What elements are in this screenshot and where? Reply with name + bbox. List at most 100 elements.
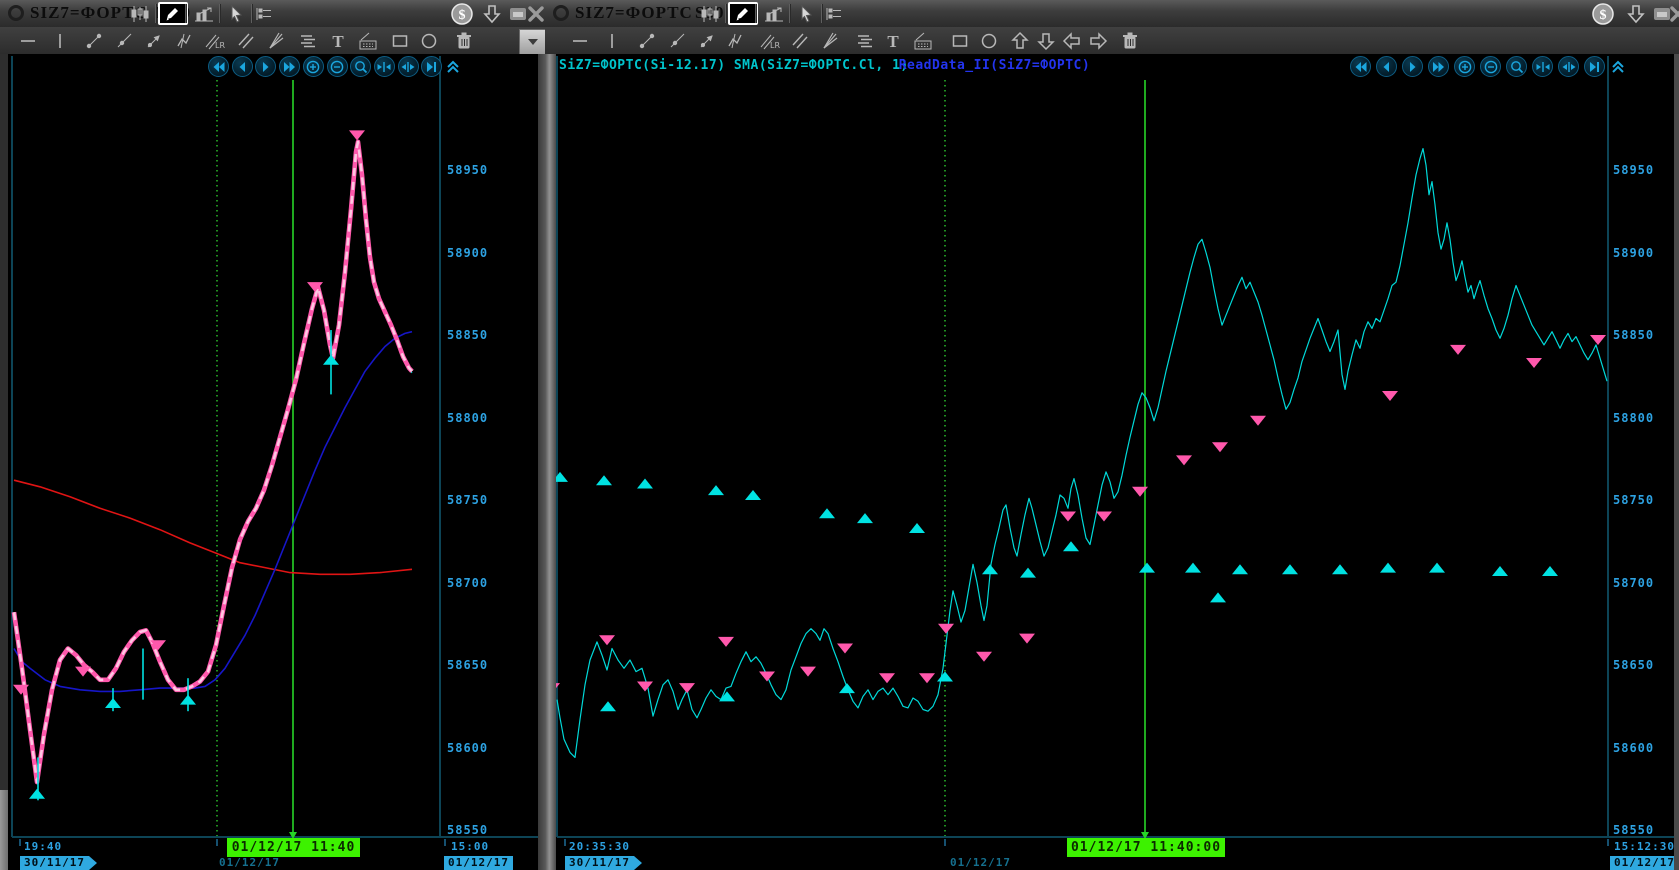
pencil-icon[interactable] [728,2,758,25]
draw-ellipse-icon[interactable] [417,30,441,51]
nav-zoom-out-button[interactable] [1480,56,1501,77]
draw-rect-icon[interactable] [948,30,972,51]
x-axis-end-date-box: 01/12/17 [444,856,513,870]
nav-ffwd-button[interactable] [1428,56,1449,77]
draw-hline-icon[interactable] [568,30,592,51]
buy-signal-triangle [1185,563,1201,573]
cursor-icon[interactable] [794,3,818,24]
draw-text-icon[interactable]: T [326,30,350,51]
dollar-icon[interactable]: $ [1591,3,1615,24]
nav-collapse-button[interactable] [1610,56,1626,77]
close-icon[interactable] [1666,3,1679,24]
nav-rewind-button[interactable] [1350,56,1371,77]
draw-text-icon[interactable]: T [881,30,905,51]
draw-arrow-left-icon[interactable] [1060,30,1084,51]
draw-parallel-icon[interactable] [788,30,812,51]
draw-hline-icon[interactable] [16,30,40,51]
chart-window-s30: SIZ7=ФОРТС S30 $ LRT 5895058900588505880… [545,0,1679,870]
nav-collapse-button[interactable] [445,56,461,77]
levels-icon[interactable] [822,3,846,24]
cursor-datetime-box: 01/12/17 11:40 [227,838,360,857]
y-axis-label: 58550 [447,824,488,837]
nav-compress-button[interactable] [1532,56,1553,77]
y-axis-label: 58950 [1613,164,1654,177]
draw-zigzag-icon[interactable] [172,30,196,51]
nav-rewind-button[interactable] [208,56,229,77]
nav-compress-button[interactable] [374,56,395,77]
svg-text:$: $ [1600,8,1607,23]
sell-signal-triangle [1176,455,1192,465]
nav-step-fwd-button[interactable] [1402,56,1423,77]
trades-icon[interactable] [762,3,786,24]
y-axis-label: 58850 [447,329,488,342]
draw-arrow-right-icon[interactable] [1086,30,1110,51]
nav-expand-button[interactable] [398,56,419,77]
nav-step-back-button[interactable] [1376,56,1397,77]
draw-trash-icon[interactable] [452,30,476,51]
titlebar[interactable]: SIZ7=ФОРТС M20 $ [0,0,545,28]
y-axis-label: 58850 [1613,329,1654,342]
window-left-border [545,54,556,870]
nav-to-end-button[interactable] [1584,56,1605,77]
draw-fan-icon[interactable] [818,30,842,51]
draw-level-lines-icon[interactable] [296,30,320,51]
trades-icon[interactable] [192,3,216,24]
draw-trash-icon[interactable] [1118,30,1142,51]
nav-zoom-in-button[interactable] [303,56,324,77]
draw-ray-icon[interactable] [112,30,136,51]
draw-trend-arrow-icon[interactable] [142,30,166,51]
sell-signal-triangle [1526,358,1542,368]
sell-signal-triangle [1382,391,1398,401]
series-price-underlay [14,143,412,783]
draw-vline-icon[interactable] [48,30,72,51]
nav-magnify-button[interactable] [1506,56,1527,77]
draw-arrow-up-icon[interactable] [1008,30,1032,51]
draw-level-lines-icon[interactable] [853,30,877,51]
window-right-border [538,54,545,870]
draw-parallel-icon[interactable] [234,30,258,51]
chart-area[interactable]: 5895058900588505880058750587005865058600… [0,54,545,870]
nav-ffwd-button[interactable] [279,56,300,77]
toolbar-separator [219,4,221,23]
toolbar-overflow-dropdown[interactable] [519,29,547,55]
candles-icon[interactable] [128,3,152,24]
draw-rect-icon[interactable] [388,30,412,51]
candles-icon[interactable] [698,3,722,24]
draw-linreg-icon[interactable]: LR [202,30,226,51]
nav-zoom-out-button[interactable] [327,56,348,77]
draw-segment-icon[interactable] [82,30,106,51]
buy-signal-triangle [323,355,339,365]
draw-arrow-down-icon[interactable] [1034,30,1058,51]
buy-signal-triangle [719,691,735,701]
pencil-icon[interactable] [158,2,188,25]
draw-ray-icon[interactable] [665,30,689,51]
draw-linreg-icon[interactable]: LR [757,30,781,51]
window-ring-icon [8,5,24,21]
dollar-icon[interactable]: $ [450,3,474,24]
draw-fan-icon[interactable] [264,30,288,51]
toolbar-separator [185,4,187,23]
trading-terminal: { "app": { "colors": { "axis_text": "#2d… [0,0,1679,870]
arrow-down-icon[interactable] [480,3,504,24]
buy-signal-triangle [1332,564,1348,574]
sell-signal-triangle [718,637,734,647]
cursor-icon[interactable] [224,3,248,24]
drawing-toolbar: LR T [0,27,545,55]
draw-keyboard-icon[interactable] [911,30,935,51]
levels-icon[interactable] [252,3,276,24]
arrow-down-icon[interactable] [1624,3,1648,24]
draw-zigzag-icon[interactable] [723,30,747,51]
draw-segment-icon[interactable] [635,30,659,51]
nav-expand-button[interactable] [1558,56,1579,77]
titlebar[interactable]: SIZ7=ФОРТС S30 $ [545,0,1679,28]
nav-step-back-button[interactable] [232,56,253,77]
draw-ellipse-icon[interactable] [977,30,1001,51]
draw-keyboard-icon[interactable] [356,30,380,51]
nav-zoom-in-button[interactable] [1454,56,1475,77]
sell-signal-triangle [599,635,615,645]
y-axis-label: 58800 [1613,412,1654,425]
chart-area[interactable]: 5895058900588505880058750587005865058600… [545,54,1679,870]
draw-vline-icon[interactable] [600,30,624,51]
sell-signal-triangle [679,683,695,693]
draw-trend-arrow-icon[interactable] [695,30,719,51]
